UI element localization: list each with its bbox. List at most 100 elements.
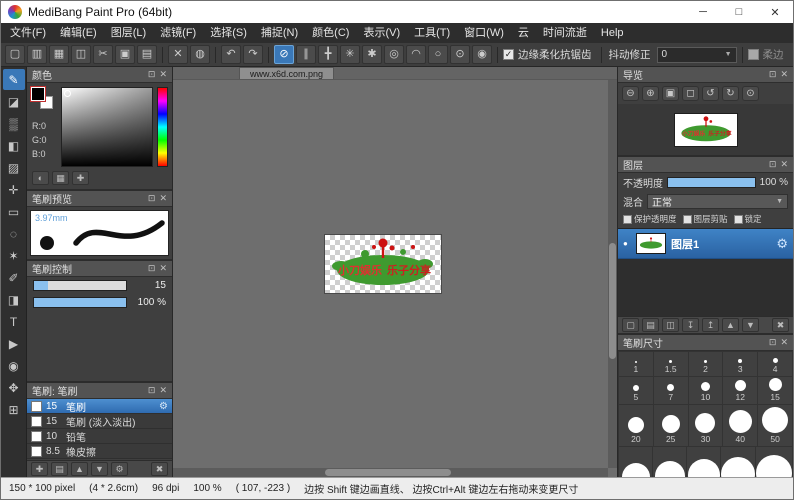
brush-size-option[interactable]: 30 <box>689 405 723 446</box>
brush-down-icon[interactable]: ▼ <box>91 462 108 476</box>
cut-icon[interactable]: ✂ <box>93 45 113 64</box>
brush-size-option[interactable] <box>756 447 792 477</box>
brush-size-option[interactable]: 25 <box>654 405 688 446</box>
popout-icon[interactable]: ⊡ <box>148 69 156 80</box>
select-rect-tool-icon[interactable]: ▭ <box>3 201 25 222</box>
gear-icon[interactable]: ⚙ <box>776 236 788 252</box>
new-layer-icon[interactable]: ▢ <box>622 318 639 332</box>
maximize-button[interactable]: □ <box>721 1 757 23</box>
clipping-checkbox[interactable]: 图层剪贴 <box>683 213 728 225</box>
brush-list-item[interactable]: 8.5 橡皮擦 <box>27 444 172 459</box>
snap-cross-icon[interactable]: ╋ <box>318 45 338 64</box>
lasso-tool-icon[interactable]: ◌ <box>3 223 25 244</box>
menu-item-file[interactable]: 文件(F) <box>3 23 53 43</box>
brush-list-item[interactable]: 15 笔刷 (淡入淡出) <box>27 414 172 429</box>
color-picker-marker[interactable] <box>64 90 71 97</box>
fit-window-icon[interactable]: ▣ <box>662 86 679 101</box>
menu-item-window[interactable]: 窗口(W) <box>457 23 511 43</box>
brush-size-option[interactable]: 40 <box>723 405 757 446</box>
brush-size-option[interactable] <box>687 447 720 477</box>
brush-settings-icon[interactable]: ⚙ <box>111 462 128 476</box>
close-icon[interactable]: ✕ <box>780 337 788 348</box>
layer-visibility-icon[interactable]: ● <box>623 239 631 248</box>
snap-radial-icon[interactable]: ✱ <box>362 45 382 64</box>
brush-size-option[interactable]: 15 <box>758 377 792 404</box>
paste-icon[interactable]: ▤ <box>137 45 157 64</box>
menu-item-color[interactable]: 颜色(C) <box>305 23 356 43</box>
menu-item-help[interactable]: Help <box>594 23 631 43</box>
menu-item-cloud[interactable]: 云 <box>511 23 536 43</box>
close-icon[interactable]: ✕ <box>159 193 167 204</box>
popout-icon[interactable]: ⊡ <box>148 193 156 204</box>
close-icon[interactable]: ✕ <box>780 159 788 170</box>
open-file-icon[interactable]: ▥ <box>27 45 47 64</box>
menu-item-snap[interactable]: 捕捉(N) <box>254 23 305 43</box>
brush-size-option[interactable]: 12 <box>723 377 757 404</box>
gradient-tool-icon[interactable]: ▨ <box>3 157 25 178</box>
snap-settings-icon[interactable]: ⊙ <box>450 45 470 64</box>
color-wheel-icon[interactable]: ◐ <box>32 171 49 185</box>
magic-wand-tool-icon[interactable]: ✶ <box>3 245 25 266</box>
brush-opacity-slider[interactable] <box>33 297 127 308</box>
delete-brush-icon[interactable]: ✖ <box>151 462 168 476</box>
close-icon[interactable]: ✕ <box>159 263 167 274</box>
menu-item-layer[interactable]: 图层(L) <box>104 23 153 43</box>
palette-icon[interactable]: ▦ <box>52 171 69 185</box>
popout-icon[interactable]: ⊡ <box>148 263 156 274</box>
menu-item-timelapse[interactable]: 时间流逝 <box>536 23 594 43</box>
brush-folder-icon[interactable]: ▤ <box>51 462 68 476</box>
brush-tool-icon[interactable]: ✎ <box>3 69 25 90</box>
protect-alpha-checkbox[interactable]: 保护透明度 <box>623 213 677 225</box>
snap-ellipse-icon[interactable]: ○ <box>428 45 448 64</box>
rotate-left-icon[interactable]: ↺ <box>702 86 719 101</box>
snap-parallel-icon[interactable]: ∥ <box>296 45 316 64</box>
eyedropper-tool-icon[interactable]: ◉ <box>3 355 25 376</box>
move-tool-icon[interactable]: ✛ <box>3 179 25 200</box>
brush-size-option[interactable]: 20 <box>619 405 653 446</box>
brush-size-option[interactable]: 4 <box>758 352 792 376</box>
popout-icon[interactable]: ⊡ <box>148 385 156 396</box>
select-eraser-tool-icon[interactable]: ◨ <box>3 289 25 310</box>
invert-selection-icon[interactable]: ◍ <box>190 45 210 64</box>
minimize-button[interactable]: ─ <box>685 1 721 23</box>
gear-icon[interactable]: ⚙ <box>159 401 168 412</box>
soft-edge-checkbox[interactable] <box>748 49 759 60</box>
hue-slider[interactable] <box>157 87 168 167</box>
menu-item-filter[interactable]: 滤镜(F) <box>153 23 203 43</box>
popout-icon[interactable]: ⊡ <box>769 337 777 348</box>
brush-size-option[interactable]: 50 <box>758 405 792 446</box>
brush-size-option[interactable]: 10 <box>689 377 723 404</box>
close-icon[interactable]: ✕ <box>159 385 167 396</box>
antialias-checkbox[interactable]: ✓ <box>503 49 514 60</box>
snap-off-icon[interactable]: ⊘ <box>274 45 294 64</box>
transfer-layer-icon[interactable]: ↥ <box>702 318 719 332</box>
redo-icon[interactable]: ↷ <box>243 45 263 64</box>
brush-size-option[interactable] <box>721 447 755 477</box>
brush-up-icon[interactable]: ▲ <box>71 462 88 476</box>
stabilizer-select[interactable]: 0 ▼ <box>657 47 737 63</box>
brush-size-option[interactable] <box>619 447 652 477</box>
brush-size-option[interactable]: 2 <box>689 352 723 376</box>
text-tool-icon[interactable]: T <box>3 311 25 332</box>
horizontal-scrollbar-thumb[interactable] <box>325 469 451 476</box>
saturation-value-picker[interactable] <box>61 87 153 167</box>
duplicate-layer-icon[interactable]: ◫ <box>662 318 679 332</box>
brush-size-option[interactable]: 5 <box>619 377 653 404</box>
new-folder-icon[interactable]: ▤ <box>642 318 659 332</box>
vertical-scrollbar[interactable] <box>608 80 617 468</box>
menu-item-view[interactable]: 表示(V) <box>356 23 407 43</box>
zoom-in-icon[interactable]: ⊕ <box>642 86 659 101</box>
popout-icon[interactable]: ⊡ <box>769 159 777 170</box>
fill-tool-icon[interactable]: ◧ <box>3 135 25 156</box>
canvas-tab[interactable]: www.x6d.com.png <box>239 67 334 79</box>
hand-tool-icon[interactable]: ✥ <box>3 377 25 398</box>
snap-display-icon[interactable]: ◉ <box>472 45 492 64</box>
lock-checkbox[interactable]: 锁定 <box>734 213 762 225</box>
close-icon[interactable]: ✕ <box>159 69 167 80</box>
save-icon[interactable]: ▦ <box>49 45 69 64</box>
close-icon[interactable]: ✕ <box>780 69 788 80</box>
brush-size-option[interactable]: 1 <box>619 352 653 376</box>
snap-circle-icon[interactable]: ◎ <box>384 45 404 64</box>
brush-size-option[interactable] <box>653 447 686 477</box>
brush-size-option[interactable]: 7 <box>654 377 688 404</box>
